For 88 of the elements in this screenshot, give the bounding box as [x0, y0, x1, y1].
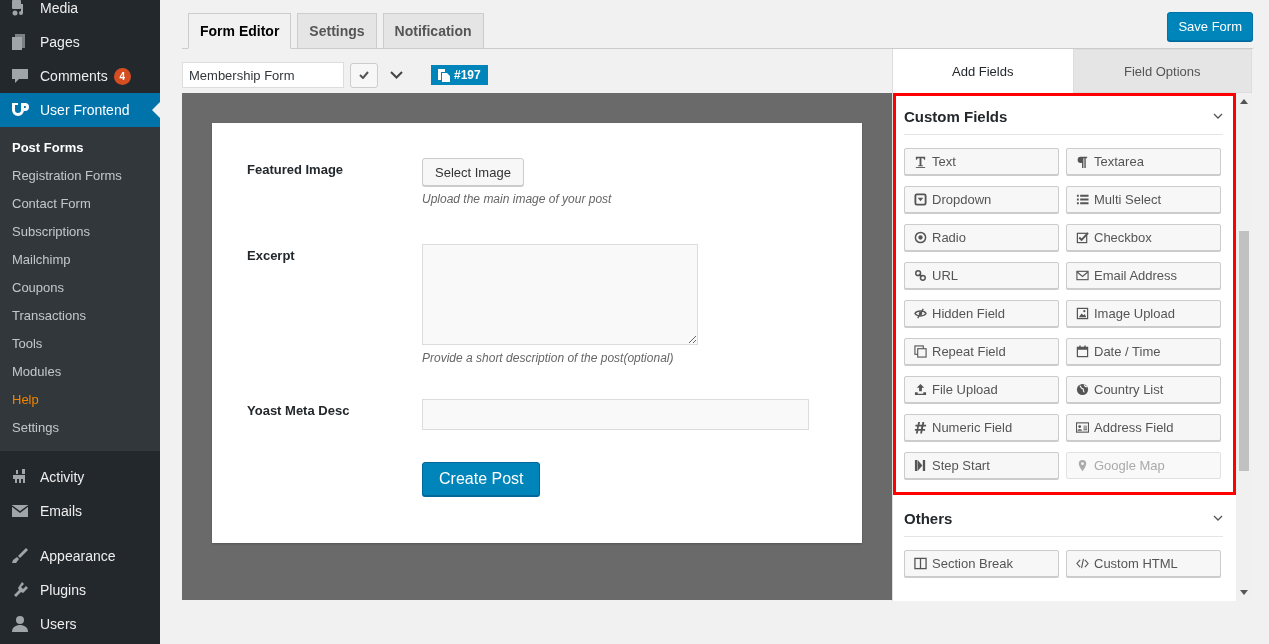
field-button[interactable]: Email Address — [1066, 262, 1221, 289]
envelope-icon — [1076, 269, 1089, 282]
dropdown-icon — [914, 193, 927, 206]
field-label: Excerpt — [247, 247, 296, 265]
checkmark-icon — [359, 71, 369, 79]
section-title: Custom Fields — [904, 107, 1008, 125]
field-button[interactable]: Multi Select — [1066, 186, 1221, 213]
field-button[interactable]: Section Break — [904, 550, 1059, 577]
field-button[interactable]: Hidden Field — [904, 300, 1059, 327]
submenu-item[interactable]: Tools — [0, 330, 160, 358]
text-cursor-icon — [914, 155, 927, 168]
select-image-button[interactable]: Select Image — [422, 158, 524, 186]
submenu-item[interactable]: Settings — [0, 414, 160, 442]
submenu-item[interactable]: Contact Form — [0, 190, 160, 218]
panel-tab[interactable]: Field Options — [1072, 49, 1252, 93]
field-button[interactable]: URL — [904, 262, 1059, 289]
menu-item[interactable]: Users — [0, 607, 160, 641]
confirm-button[interactable] — [350, 62, 378, 88]
columns-icon — [914, 557, 927, 570]
field-label: Featured Image — [247, 161, 345, 179]
copy-icon — [438, 68, 450, 82]
submenu-item[interactable]: Registration Forms — [0, 162, 160, 190]
code-icon — [1076, 557, 1089, 570]
menu-item[interactable]: Comments 4 — [0, 59, 160, 93]
shortcode-badge[interactable]: #197 — [431, 65, 488, 85]
submenu-item[interactable]: Help — [0, 386, 160, 414]
image-icon — [1076, 307, 1089, 320]
chevron-down-icon[interactable] — [1213, 514, 1223, 522]
chevron-down-icon[interactable] — [390, 71, 403, 79]
field-button[interactable]: Dropdown — [904, 186, 1059, 213]
tab[interactable]: Form Editor — [188, 13, 292, 49]
field-button[interactable]: Image Upload — [1066, 300, 1221, 327]
tab[interactable]: Settings — [297, 13, 377, 48]
field-button[interactable]: Radio — [904, 224, 1059, 251]
field-button[interactable]: Repeat Field — [904, 338, 1059, 365]
submenu-item[interactable]: Subscriptions — [0, 218, 160, 246]
help-text: Upload the main image of your post — [422, 192, 612, 206]
submenu-item[interactable]: Post Forms — [0, 134, 160, 162]
field-button[interactable]: Step Start — [904, 452, 1059, 479]
menu-item[interactable]: Pages — [0, 25, 160, 59]
copy-icon — [914, 345, 927, 358]
globe-icon — [1076, 383, 1089, 396]
tab[interactable]: Notification — [382, 13, 484, 48]
field-button[interactable]: File Upload — [904, 376, 1059, 403]
upload-icon — [914, 383, 927, 396]
panel-tab[interactable]: Add Fields — [893, 49, 1073, 93]
step-icon — [914, 459, 927, 472]
calendar-icon — [1076, 345, 1089, 358]
submenu-item[interactable]: Coupons — [0, 274, 160, 302]
speech-bubble-icon — [10, 66, 30, 86]
excerpt-field[interactable] — [422, 244, 698, 345]
link-icon — [914, 269, 927, 282]
help-text: Provide a short description of the post(optional) — [422, 351, 674, 365]
hash-icon — [914, 421, 927, 434]
field-button[interactable]: Checkbox — [1066, 224, 1221, 251]
list-icon — [1076, 193, 1089, 206]
submenu-item[interactable]: Transactions — [0, 302, 160, 330]
form-name-field[interactable]: Membership Form — [182, 62, 344, 88]
menu-item[interactable]: Activity — [0, 460, 160, 494]
menu-item[interactable]: Plugins — [0, 573, 160, 607]
field-button[interactable]: Date / Time — [1066, 338, 1221, 365]
eye-slash-icon — [914, 307, 927, 320]
submenu-item[interactable]: Mailchimp — [0, 246, 160, 274]
create-post-button[interactable]: Create Post — [422, 462, 541, 496]
person-icon — [10, 614, 30, 634]
section-title: Others — [904, 509, 953, 527]
map-pin-icon — [1076, 459, 1089, 472]
radio-icon — [914, 231, 927, 244]
field-button[interactable]: Country List — [1066, 376, 1221, 403]
field-button[interactable]: Numeric Field — [904, 414, 1059, 441]
menu-item[interactable]: Media — [0, 0, 160, 25]
count-badge: 4 — [113, 67, 131, 85]
text-field[interactable] — [422, 399, 809, 430]
menu-item[interactable]: User Frontend — [0, 93, 160, 127]
field-label: Yoast Meta Desc — [247, 402, 351, 420]
field-button[interactable]: Text — [904, 148, 1059, 175]
pilcrow-icon — [1076, 155, 1089, 168]
submenu-item[interactable]: Modules — [0, 358, 160, 386]
paintbrush-icon — [10, 546, 30, 566]
menu-item[interactable]: Appearance — [0, 539, 160, 573]
save-form-button[interactable]: Save Form — [1167, 12, 1253, 41]
field-button[interactable]: Address Field — [1066, 414, 1221, 441]
chevron-down-icon[interactable] — [1213, 112, 1223, 120]
checkbox-icon — [1076, 231, 1089, 244]
field-button[interactable]: Custom HTML — [1066, 550, 1221, 577]
menu-item[interactable]: Emails — [0, 494, 160, 528]
address-card-icon — [1076, 421, 1089, 434]
field-button[interactable]: Textarea — [1066, 148, 1221, 175]
